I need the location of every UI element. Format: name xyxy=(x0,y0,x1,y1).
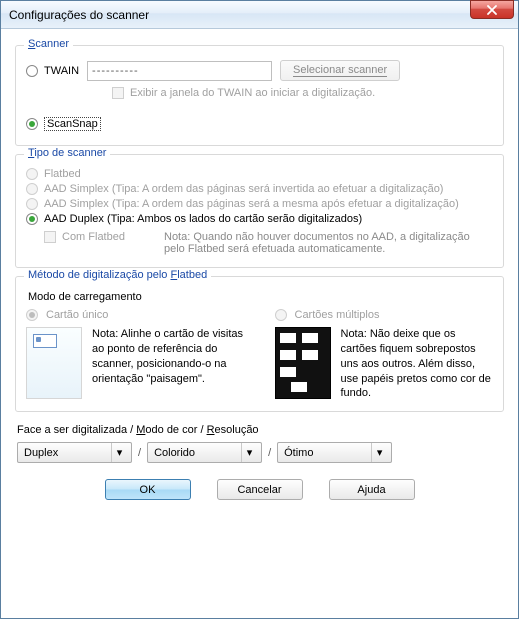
flatbed-radio[interactable] xyxy=(26,168,38,180)
aad-simplex-rev-radio[interactable] xyxy=(26,183,38,195)
single-card-thumb xyxy=(26,327,82,399)
scanner-settings-window: Configurações do scanner Scanner TWAIN S… xyxy=(0,0,519,619)
multi-card-note: Nota: Não deixe que os cartões fiquem so… xyxy=(341,327,494,401)
single-card-col: Cartão único Nota: Alinhe o cartão de vi… xyxy=(26,309,245,401)
multi-card-row: Cartões múltiplos xyxy=(275,309,494,321)
separator: / xyxy=(138,447,141,459)
aad-simplex-rev-row: AAD Simplex (Tipa: A ordem das páginas s… xyxy=(26,183,493,195)
face-section: Face a ser digitalizada / Modo de cor / … xyxy=(15,424,504,463)
aad-duplex-row: AAD Duplex (Tipa: Ambos os lados do cart… xyxy=(26,213,493,225)
scansnap-radio[interactable] xyxy=(26,118,38,130)
face-label: Face a ser digitalizada / Modo de cor / … xyxy=(17,424,502,436)
single-card-radio[interactable] xyxy=(26,309,38,321)
flatbed-note: Nota: Quando não houver documentos no AA… xyxy=(164,231,493,255)
loading-mode-label: Modo de carregamento xyxy=(28,291,493,303)
scanner-group: Scanner TWAIN Selecionar scanner Exibir … xyxy=(15,45,504,146)
aad-simplex-same-label: AAD Simplex (Tipa: A ordem das páginas s… xyxy=(44,198,459,210)
flatbed-row: Flatbed xyxy=(26,168,493,180)
multi-card-body: Nota: Não deixe que os cartões fiquem so… xyxy=(275,327,494,401)
single-card-row: Cartão único xyxy=(26,309,245,321)
close-button[interactable] xyxy=(470,0,514,19)
aad-duplex-radio[interactable] xyxy=(26,213,38,225)
content-area: Scanner TWAIN Selecionar scanner Exibir … xyxy=(1,29,518,618)
single-card-label: Cartão único xyxy=(46,309,108,321)
aad-simplex-rev-label: AAD Simplex (Tipa: A ordem das páginas s… xyxy=(44,183,443,195)
face-combo-value: Duplex xyxy=(24,447,58,459)
flatbed-method-legend: Método de digitalização pelo Flatbed xyxy=(24,269,211,281)
select-scanner-button[interactable]: Selecionar scanner xyxy=(280,60,400,81)
multi-card-col: Cartões múltiplos Nota: Não deixe que os… xyxy=(275,309,494,401)
window-title: Configurações do scanner xyxy=(9,8,149,22)
color-combo[interactable]: Colorido ▾ xyxy=(147,442,262,463)
face-combo[interactable]: Duplex ▾ xyxy=(17,442,132,463)
multi-card-label: Cartões múltiplos xyxy=(295,309,380,321)
ok-button[interactable]: OK xyxy=(105,479,191,500)
separator: / xyxy=(268,447,271,459)
scanner-legend: Scanner xyxy=(24,38,73,50)
multi-card-radio[interactable] xyxy=(275,309,287,321)
twain-row: TWAIN Selecionar scanner xyxy=(26,60,493,81)
show-twain-window-label: Exibir a janela do TWAIN ao iniciar a di… xyxy=(130,87,375,99)
resolution-combo-value: Ótimo xyxy=(284,447,313,459)
single-card-note: Nota: Alinhe o cartão de visitas ao pont… xyxy=(92,327,245,386)
with-flatbed-checkbox[interactable] xyxy=(44,231,56,243)
twain-device-input[interactable] xyxy=(87,61,272,81)
chevron-down-icon: ▾ xyxy=(111,443,127,462)
chevron-down-icon: ▾ xyxy=(241,443,257,462)
loading-mode-columns: Cartão único Nota: Alinhe o cartão de vi… xyxy=(26,309,493,401)
single-card-body: Nota: Alinhe o cartão de visitas ao pont… xyxy=(26,327,245,399)
twain-radio[interactable] xyxy=(26,65,38,77)
resolution-combo[interactable]: Ótimo ▾ xyxy=(277,442,392,463)
color-combo-value: Colorido xyxy=(154,447,195,459)
flatbed-method-group: Método de digitalização pelo Flatbed Mod… xyxy=(15,276,504,412)
chevron-down-icon: ▾ xyxy=(371,443,387,462)
scansnap-label: ScanSnap xyxy=(44,117,101,131)
help-button[interactable]: Ajuda xyxy=(329,479,415,500)
aad-simplex-same-radio[interactable] xyxy=(26,198,38,210)
combo-row: Duplex ▾ / Colorido ▾ / Ótimo ▾ xyxy=(17,442,502,463)
close-icon xyxy=(487,5,497,15)
dialog-buttons: OK Cancelar Ajuda xyxy=(15,479,504,500)
twain-label: TWAIN xyxy=(44,65,79,77)
scanner-type-group: Tipo de scanner Flatbed AAD Simplex (Tip… xyxy=(15,154,504,268)
aad-simplex-same-row: AAD Simplex (Tipa: A ordem das páginas s… xyxy=(26,198,493,210)
scansnap-row: ScanSnap xyxy=(26,117,493,131)
cancel-button[interactable]: Cancelar xyxy=(217,479,303,500)
flatbed-label: Flatbed xyxy=(44,168,81,180)
aad-duplex-label: AAD Duplex (Tipa: Ambos os lados do cart… xyxy=(44,213,362,225)
show-twain-window-checkbox[interactable] xyxy=(112,87,124,99)
with-flatbed-label: Com Flatbed xyxy=(62,231,152,243)
show-twain-window-row: Exibir a janela do TWAIN ao iniciar a di… xyxy=(112,87,493,99)
titlebar: Configurações do scanner xyxy=(1,1,518,29)
scanner-type-legend: Tipo de scanner xyxy=(24,147,110,159)
multi-card-thumb xyxy=(275,327,331,399)
